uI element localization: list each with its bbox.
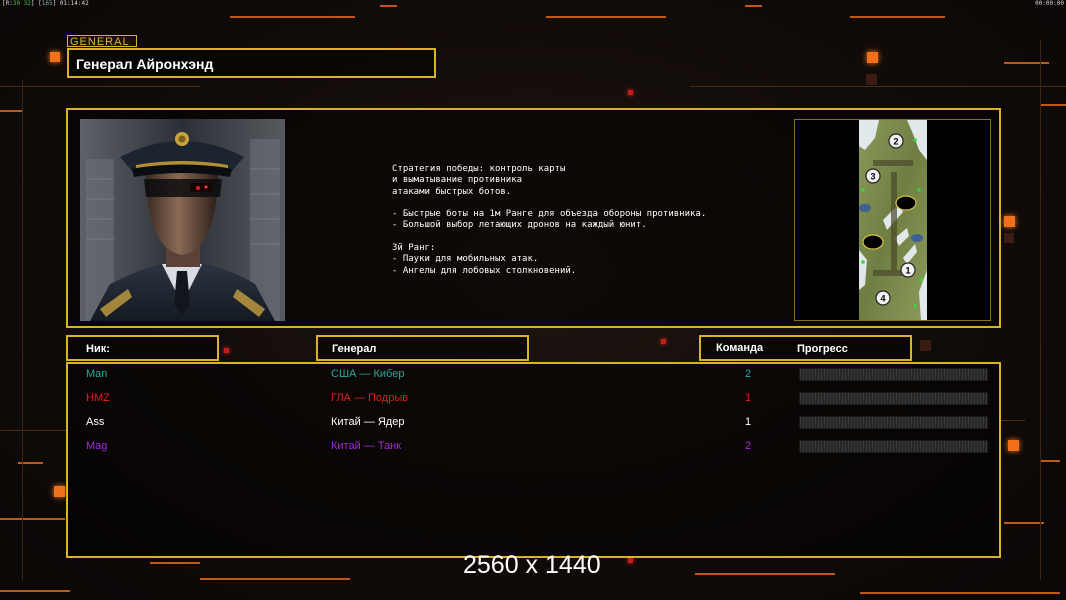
player-team: 1 (745, 416, 752, 428)
player-list: Man США — Кибер 2 HMZ ГЛА — Подрыв 1 Ass Китай … (66, 362, 1001, 558)
decor-line (690, 86, 1066, 87)
decor-square (1008, 440, 1019, 451)
general-tag: GENERAL (67, 35, 137, 48)
decor-line (1004, 62, 1049, 64)
player-progress-bar (799, 392, 988, 405)
decor-square (54, 486, 65, 497)
decor-square (628, 90, 633, 95)
player-row: Mag Китай — Танк 2 (68, 437, 999, 457)
player-general: США — Кибер (331, 368, 405, 380)
header-nick: Ник: (66, 335, 219, 361)
player-general: Китай — Танк (331, 440, 402, 452)
loading-screen: [R:30 32] [165] 01:14:42 00:00:00 GENERA… (0, 0, 1066, 600)
player-row: Man США — Кибер 2 (68, 365, 999, 385)
general-name: Генерал Айронхэнд (76, 56, 214, 72)
player-team: 2 (745, 440, 752, 452)
decor-line (380, 5, 397, 7)
decor-square (920, 340, 931, 351)
decor-line (745, 5, 762, 7)
resolution-label: 2560 x 1440 (463, 551, 601, 579)
decor-square (867, 52, 878, 63)
decor-line (0, 86, 200, 87)
decor-line (150, 562, 200, 564)
decor-vline (1040, 40, 1041, 580)
decor-line (0, 518, 65, 520)
spawn-label: 2 (893, 137, 898, 147)
decor-square (1004, 216, 1015, 227)
player-team: 1 (745, 392, 752, 404)
player-nick: Mag (86, 440, 108, 452)
decor-line (0, 110, 22, 112)
decor-line (0, 590, 70, 592)
decor-line (1040, 104, 1066, 106)
player-progress-bar (799, 416, 988, 429)
decor-line (1004, 522, 1044, 524)
spawn-label: 4 (880, 294, 885, 304)
player-progress-bar (799, 368, 988, 381)
fps-counter: [R:30 32] [165] 01:14:42 (2, 0, 89, 7)
player-general: ГЛА — Подрыв (331, 392, 409, 404)
player-progress-bar (799, 440, 988, 453)
decor-line (0, 430, 66, 431)
player-row: Ass Китай — Ядер 1 (68, 413, 999, 433)
decor-line (1000, 420, 1025, 421)
game-timer: 00:00:00 (1035, 0, 1064, 7)
decor-line (695, 573, 835, 575)
general-description: Стратегия победы: контроль карты и вымат… (392, 164, 707, 276)
player-team: 2 (745, 368, 752, 380)
decor-vline (22, 80, 23, 580)
decor-line (1040, 460, 1060, 462)
decor-line (200, 578, 350, 580)
header-team-progress: Команда Прогресс (699, 335, 912, 361)
player-general: Китай — Ядер (331, 416, 405, 428)
decor-square (50, 52, 60, 62)
decor-line (230, 16, 355, 18)
player-row: HMZ ГЛА — Подрыв 1 (68, 389, 999, 409)
spawn-label: 1 (905, 266, 910, 276)
header-general: Генерал (316, 335, 529, 361)
player-nick: Ass (86, 416, 105, 428)
player-nick: HMZ (86, 392, 110, 404)
decor-line (546, 16, 666, 18)
general-title-box: Генерал Айронхэнд (67, 48, 436, 78)
decor-square (661, 339, 666, 344)
minimap-preview: 2 3 1 4 (794, 119, 991, 321)
decor-square (866, 74, 877, 85)
decor-square (1004, 233, 1014, 243)
decor-square (628, 558, 633, 563)
decor-square (224, 348, 229, 353)
general-info-panel: Стратегия победы: контроль карты и вымат… (66, 108, 1001, 328)
decor-line (850, 16, 945, 18)
spawn-label: 3 (870, 172, 875, 182)
decor-line (860, 592, 1060, 594)
general-portrait (80, 119, 285, 321)
player-nick: Man (86, 368, 108, 380)
